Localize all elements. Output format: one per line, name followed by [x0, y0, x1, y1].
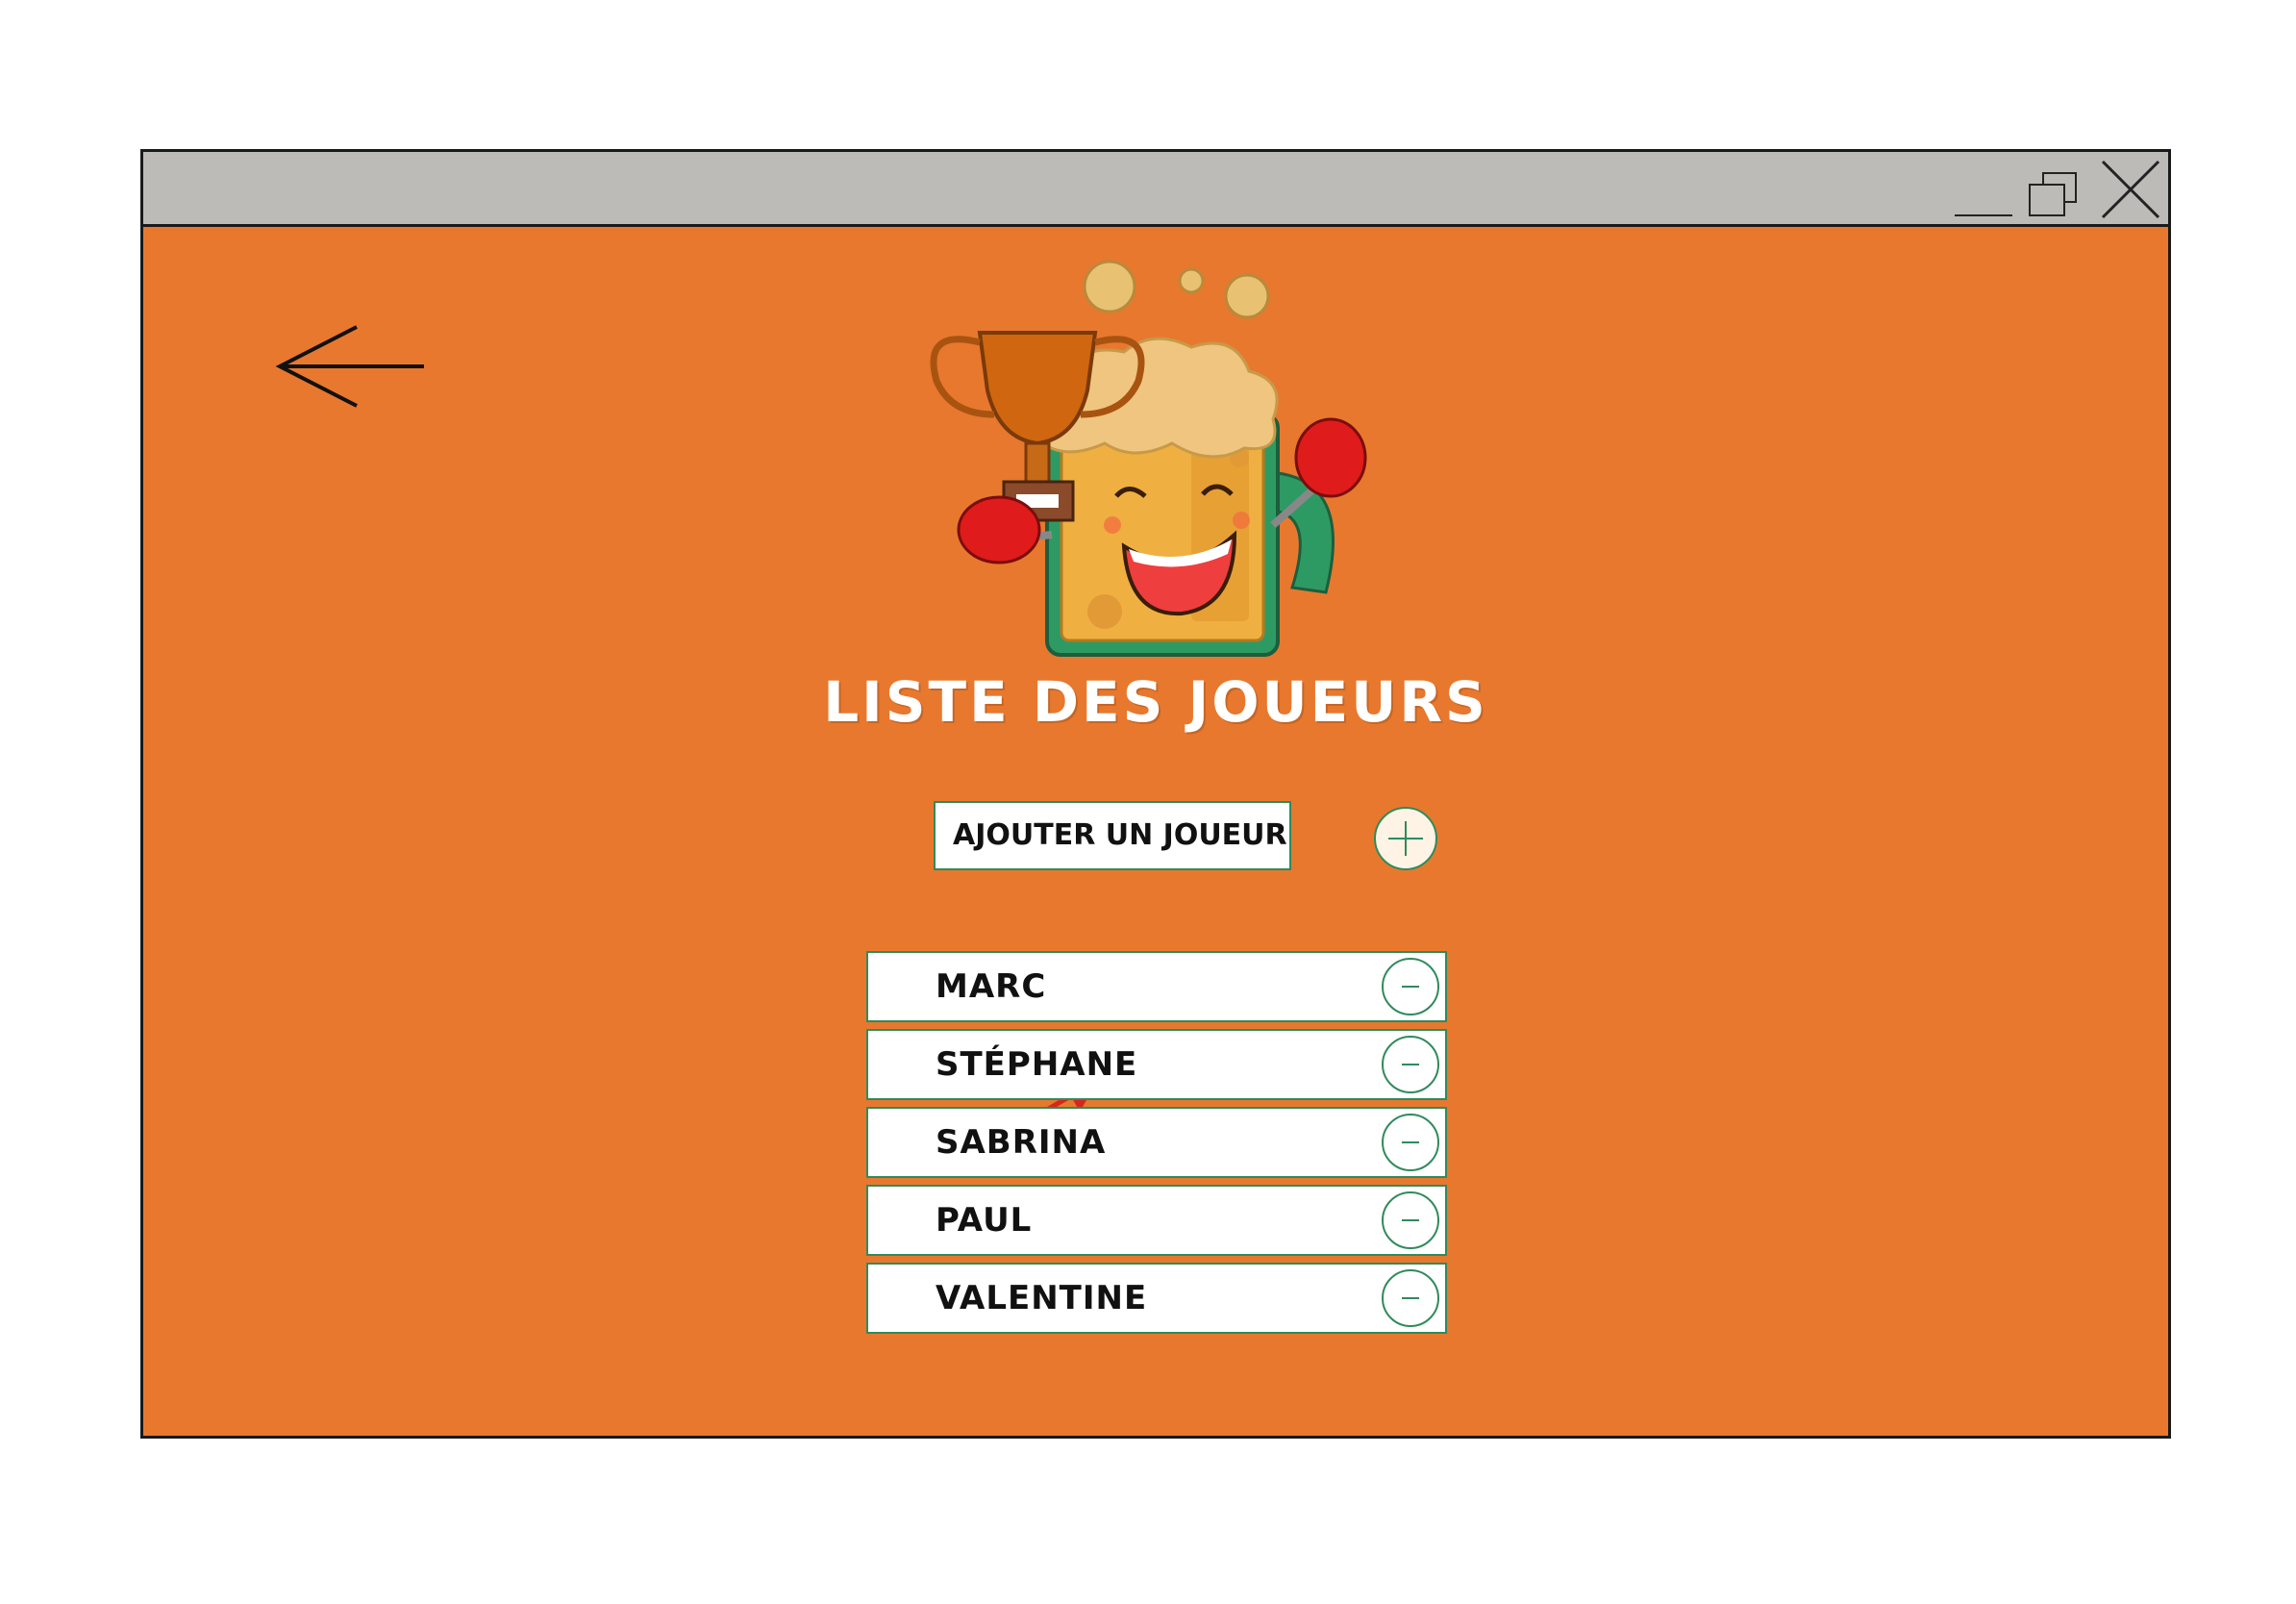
minimize-icon[interactable]: [1949, 152, 2018, 224]
player-name: SABRINA: [936, 1123, 1107, 1162]
remove-player-button[interactable]: [1382, 1036, 1439, 1093]
minus-icon: [1402, 1219, 1419, 1221]
minus-icon: [1402, 1141, 1419, 1143]
add-player-button[interactable]: [1374, 807, 1437, 870]
plus-icon: [1388, 821, 1423, 856]
remove-player-button[interactable]: [1382, 1114, 1439, 1171]
minus-icon: [1402, 1297, 1419, 1299]
player-row: PAUL: [866, 1185, 1447, 1256]
player-list: MARC STÉPHANE SABRINA PAUL VALENTINE: [866, 951, 1447, 1341]
remove-player-button[interactable]: [1382, 1269, 1439, 1327]
close-icon[interactable]: [2095, 152, 2164, 224]
page-title: LISTE DES JOUEURS: [823, 669, 1488, 735]
remove-player-button[interactable]: [1382, 958, 1439, 1015]
restore-icon[interactable]: [2020, 152, 2087, 224]
window-titlebar: [143, 152, 2168, 227]
player-name: VALENTINE: [936, 1279, 1148, 1317]
player-name: STÉPHANE: [936, 1045, 1138, 1084]
remove-player-button[interactable]: [1382, 1191, 1439, 1249]
player-row: MARC: [866, 951, 1447, 1022]
arrow-left-icon[interactable]: [274, 323, 428, 410]
main-content: LISTE DES JOUEURS AJOUTER UN JOUEUR MARC…: [143, 227, 2168, 1436]
player-row: SABRINA: [866, 1107, 1447, 1178]
player-name: MARC: [936, 967, 1047, 1006]
player-row: STÉPHANE: [866, 1029, 1447, 1100]
add-player-input[interactable]: AJOUTER UN JOUEUR: [934, 801, 1291, 870]
beer-mascot-logo: [930, 260, 1367, 657]
player-row: VALENTINE: [866, 1263, 1447, 1334]
minus-icon: [1402, 986, 1419, 988]
app-window: LISTE DES JOUEURS AJOUTER UN JOUEUR MARC…: [140, 149, 2171, 1439]
player-name: PAUL: [936, 1201, 1033, 1240]
minus-icon: [1402, 1064, 1419, 1065]
